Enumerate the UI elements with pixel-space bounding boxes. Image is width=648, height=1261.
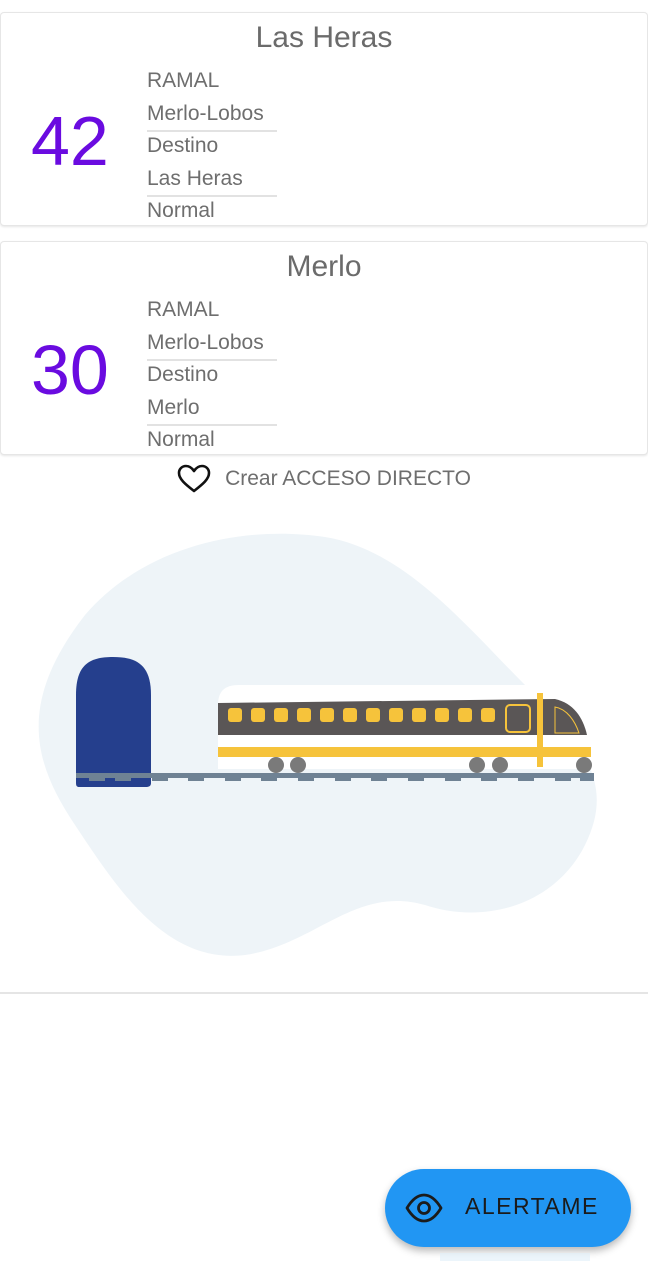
divider	[0, 992, 648, 994]
destino-label: Destino	[147, 134, 219, 157]
minutes-number: 42	[31, 102, 109, 180]
train-card-merlo[interactable]: Merlo 30 RAMAL Merlo-Lobos Destino Merlo…	[0, 241, 648, 455]
status-text: Normal	[147, 428, 215, 451]
status-text: Normal	[147, 199, 215, 222]
ramal-label: RAMAL	[147, 69, 220, 92]
card-title: Las Heras	[255, 21, 393, 54]
shortcut-label: Crear ACCESO DIRECTO	[225, 467, 471, 490]
card-info: RAMAL Merlo-Lobos Destino Las Heras Norm…	[147, 67, 277, 230]
minutes-number: 30	[31, 331, 109, 409]
train-door-stripe	[537, 693, 543, 767]
ramal-value: Merlo-Lobos	[147, 329, 277, 361]
heart-outline-icon	[177, 464, 211, 493]
create-shortcut-button[interactable]: Crear ACCESO DIRECTO	[0, 460, 648, 498]
train-illustration	[38, 533, 597, 956]
tunnel	[76, 657, 151, 787]
rail-ties	[89, 776, 594, 781]
train-card-las-heras[interactable]: Las Heras 42 RAMAL Merlo-Lobos Destino L…	[0, 12, 648, 226]
ramal-label: RAMAL	[147, 298, 220, 321]
alertame-button[interactable]: ALERTAME	[385, 1169, 631, 1247]
fab-shadow-accent	[440, 1253, 590, 1261]
fab-label: ALERTAME	[465, 1193, 599, 1219]
card-title: Merlo	[286, 250, 362, 283]
app-screen: Las Heras 42 RAMAL Merlo-Lobos Destino L…	[0, 0, 648, 1261]
destino-label: Destino	[147, 363, 219, 386]
destino-value: Merlo	[147, 394, 277, 426]
destino-value: Las Heras	[147, 165, 277, 197]
eye-icon	[405, 1193, 443, 1223]
train-stripe-bottom	[218, 747, 591, 757]
card-info: RAMAL Merlo-Lobos Destino Merlo Normal	[147, 296, 277, 459]
ramal-value: Merlo-Lobos	[147, 100, 277, 132]
